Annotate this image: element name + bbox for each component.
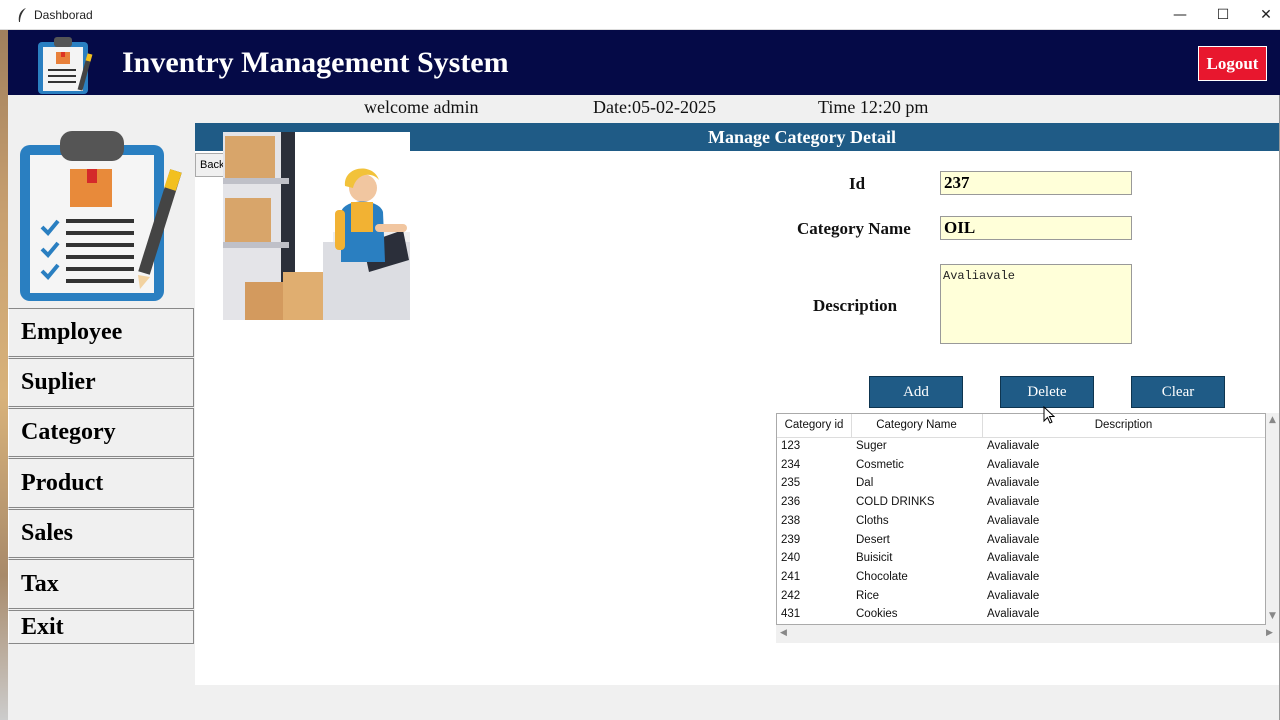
cell-description: Avaliavale xyxy=(987,514,1040,527)
scroll-up-icon[interactable]: ▲ xyxy=(1269,415,1276,425)
scroll-down-icon[interactable]: ▼ xyxy=(1269,611,1276,621)
sidebar-item-label: Exit xyxy=(21,613,64,640)
cell-name: Buisicit xyxy=(856,552,893,565)
close-icon: ✕ xyxy=(1260,7,1272,23)
column-header-name[interactable]: Category Name xyxy=(851,419,982,431)
delete-button[interactable]: Delete xyxy=(1000,376,1094,408)
cell-description: Avaliavale xyxy=(987,533,1040,546)
minimize-button[interactable]: — xyxy=(1158,0,1202,30)
app-header: Inventry Management System Logout xyxy=(8,30,1280,95)
cell-name: COLD DRINKS xyxy=(856,496,935,509)
clipboard-checklist-icon xyxy=(8,123,194,308)
cell-description: Avaliavale xyxy=(987,496,1040,509)
welcome-text: welcome admin xyxy=(364,97,479,117)
table-row[interactable]: 431 Cookies Avaliavale xyxy=(777,606,1265,625)
id-input[interactable]: 237 xyxy=(940,171,1132,195)
clipboard-icon xyxy=(38,37,93,94)
maximize-icon: ☐ xyxy=(1216,7,1230,23)
description-textarea[interactable]: Avaliavale xyxy=(940,264,1132,344)
sidebar-item-label: Sales xyxy=(21,520,74,546)
window-title: Dashborad xyxy=(34,8,93,22)
description-label: Description xyxy=(813,296,898,315)
table-row[interactable]: 123 Suger Avaliavale xyxy=(777,438,1265,457)
sidebar-item-label: Suplier xyxy=(21,369,96,395)
cell-description: Avaliavale xyxy=(987,458,1040,471)
table-row[interactable]: 239 Desert Avaliavale xyxy=(777,532,1265,551)
window-titlebar: Dashborad — ☐ ✕ xyxy=(0,0,1280,30)
cell-id: 431 xyxy=(781,608,801,621)
cell-name: Desert xyxy=(856,533,890,546)
date-text: Date:05-02-2025 xyxy=(593,97,716,117)
sidebar-item-label: Tax xyxy=(21,570,59,597)
cell-id: 242 xyxy=(781,589,801,602)
column-header-id[interactable]: Category id xyxy=(777,419,851,431)
vertical-scrollbar[interactable]: ▲ ▼ xyxy=(1266,413,1279,625)
time-text: Time 12:20 pm xyxy=(818,97,929,117)
cell-description: Avaliavale xyxy=(987,477,1040,490)
column-header-description[interactable]: Description xyxy=(982,419,1265,431)
cell-name: Cloths xyxy=(856,514,889,527)
cell-id: 238 xyxy=(781,514,801,527)
desktop-background-strip xyxy=(0,0,8,720)
cell-id: 239 xyxy=(781,533,801,546)
sidebar-item-category[interactable]: Category xyxy=(8,408,194,457)
table-row[interactable]: 238 Cloths Avaliavale xyxy=(777,513,1265,532)
table-row[interactable]: 242 Rice Avaliavale xyxy=(777,588,1265,607)
category-name-input[interactable]: OIL xyxy=(940,216,1132,240)
cell-id: 235 xyxy=(781,477,801,490)
sidebar-item-suplier[interactable]: Suplier xyxy=(8,358,194,407)
category-table[interactable]: Category id Category Name Description 12… xyxy=(776,413,1266,625)
cell-description: Avaliavale xyxy=(987,440,1040,452)
table-header: Category id Category Name Description xyxy=(777,414,1265,438)
feather-icon xyxy=(18,8,26,22)
table-row[interactable]: 234 Cosmetic Avaliavale xyxy=(777,457,1265,476)
cell-id: 234 xyxy=(781,458,801,471)
sidebar-item-label: Product xyxy=(21,469,104,496)
cell-description: Avaliavale xyxy=(987,608,1040,621)
back-button[interactable]: Back xyxy=(195,153,225,177)
cell-name: Chocolate xyxy=(856,570,908,583)
cell-id: 236 xyxy=(781,496,801,509)
sidebar-item-exit[interactable]: Exit xyxy=(8,610,194,644)
mouse-cursor-icon xyxy=(1043,406,1055,424)
cell-description: Avaliavale xyxy=(987,589,1040,602)
warehouse-operator-illustration xyxy=(223,132,410,320)
cell-description: Avaliavale xyxy=(987,552,1040,565)
cell-name: Cookies xyxy=(856,608,898,621)
sidebar-item-product[interactable]: Product xyxy=(8,458,194,508)
id-label: Id xyxy=(849,174,866,193)
maximize-button[interactable]: ☐ xyxy=(1201,0,1245,30)
clear-button[interactable]: Clear xyxy=(1131,376,1225,408)
cell-description: Avaliavale xyxy=(987,570,1040,583)
sidebar-item-label: Employee xyxy=(21,319,123,345)
minimize-icon: — xyxy=(1173,7,1187,23)
cell-id: 123 xyxy=(781,440,801,452)
app-title: Inventry Management System xyxy=(122,46,509,79)
category-name-label: Category Name xyxy=(797,219,911,238)
content-panel: Manage Category Detail Back Id 237 Categ… xyxy=(195,123,1279,685)
cell-name: Dal xyxy=(856,477,874,490)
scroll-left-icon[interactable]: ◀ xyxy=(780,628,787,638)
table-row[interactable]: 236 COLD DRINKS Avaliavale xyxy=(777,494,1265,513)
cell-name: Rice xyxy=(856,589,880,602)
horizontal-scrollbar[interactable]: ◀ ▶ xyxy=(776,625,1279,643)
logout-button[interactable]: Logout xyxy=(1198,46,1267,81)
cell-id: 241 xyxy=(781,570,801,583)
cell-name: Cosmetic xyxy=(856,458,904,471)
table-row[interactable]: 241 Chocolate Avaliavale xyxy=(777,569,1265,588)
sidebar-item-tax[interactable]: Tax xyxy=(8,559,194,609)
cell-name: Suger xyxy=(856,440,887,452)
scroll-right-icon[interactable]: ▶ xyxy=(1266,628,1273,638)
sidebar-item-sales[interactable]: Sales xyxy=(8,509,194,558)
sidebar-item-label: Category xyxy=(21,419,116,445)
table-row[interactable]: 235 Dal Avaliavale xyxy=(777,475,1265,494)
cell-id: 240 xyxy=(781,552,801,565)
sidebar-item-employee[interactable]: Employee xyxy=(8,308,194,357)
table-row[interactable]: 240 Buisicit Avaliavale xyxy=(777,550,1265,569)
close-window-button[interactable]: ✕ xyxy=(1244,0,1280,30)
add-button[interactable]: Add xyxy=(869,376,963,408)
